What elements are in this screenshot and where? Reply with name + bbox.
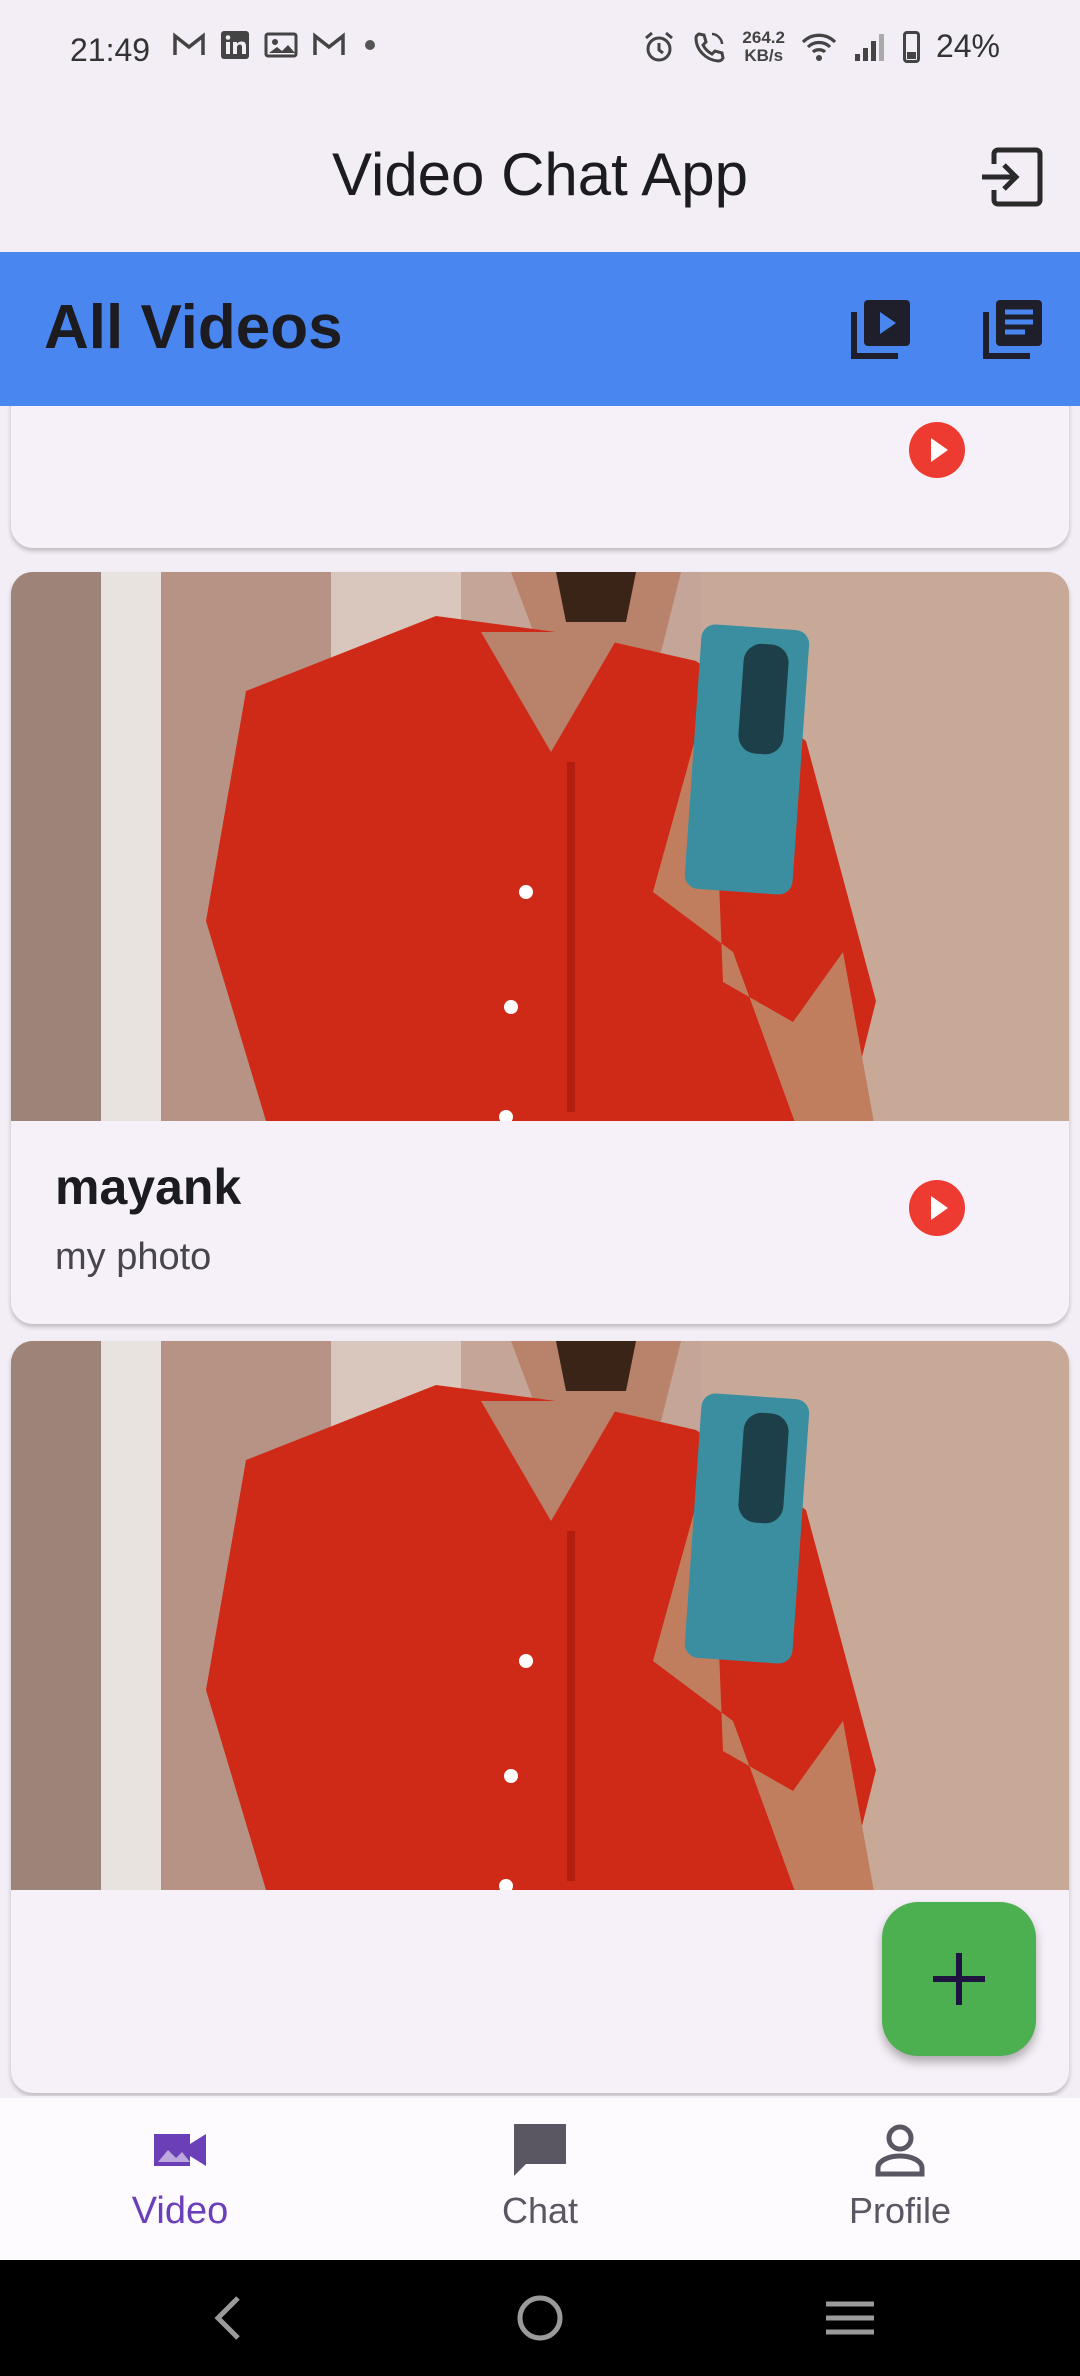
nav-label: Video (131, 2190, 229, 2232)
status-time: 21:49 (70, 32, 151, 68)
battery-percent: 24% (935, 28, 1000, 64)
gmail-icon (313, 32, 345, 55)
app-title: Video Chat App (332, 141, 748, 208)
nav-item-profile[interactable]: Profile (720, 2098, 1080, 2260)
video-card[interactable] (11, 406, 1069, 548)
chat-icon (514, 2124, 566, 2176)
nav-label: Chat (501, 2190, 579, 2231)
notification-icons (172, 30, 380, 60)
play-icon[interactable] (909, 422, 965, 478)
nav-item-chat[interactable]: Chat (360, 2098, 720, 2260)
list-icon[interactable] (980, 296, 1046, 362)
battery-icon (902, 30, 920, 63)
linkedin-icon (221, 31, 249, 59)
app-bar: Video Chat App (0, 100, 1080, 252)
person-icon (875, 2124, 925, 2177)
alarm-icon (645, 31, 674, 61)
back-icon[interactable] (200, 2288, 260, 2348)
status-bar: 21:49 264.2 KB/s 24% (0, 0, 1080, 100)
video-camera-icon (154, 2134, 206, 2166)
section-header: All Videos (0, 252, 1080, 406)
video-thumbnail[interactable] (11, 572, 1069, 1121)
video-library-icon[interactable] (848, 296, 914, 362)
video-card[interactable]: mayank my photo (11, 572, 1069, 1324)
video-subtitle: my photo (55, 1236, 212, 1278)
system-status: 264.2 KB/s 24% (642, 28, 1000, 65)
bottom-navigation: Video Chat Profile (0, 2098, 1080, 2260)
wifi-icon (801, 33, 837, 61)
system-navigation (0, 2260, 1080, 2376)
network-speed: 264.2 KB/s (742, 27, 785, 65)
section-title: All Videos (44, 293, 343, 362)
recents-icon[interactable] (820, 2288, 880, 2348)
signal-icon (854, 33, 884, 61)
wifi-call-icon (694, 31, 725, 63)
dot-icon (365, 40, 375, 50)
gmail-icon (173, 32, 205, 55)
play-icon[interactable] (909, 1180, 965, 1236)
add-video-button[interactable] (882, 1902, 1036, 2056)
home-icon[interactable] (510, 2288, 570, 2348)
video-title: mayank (55, 1159, 242, 1215)
video-list[interactable]: mayank my photo (0, 406, 1080, 2096)
logout-icon[interactable] (978, 144, 1044, 210)
nav-label: Profile (848, 2190, 952, 2231)
nav-item-video[interactable]: Video (0, 2098, 360, 2260)
gallery-icon (264, 32, 298, 58)
video-thumbnail[interactable] (11, 1341, 1069, 1890)
